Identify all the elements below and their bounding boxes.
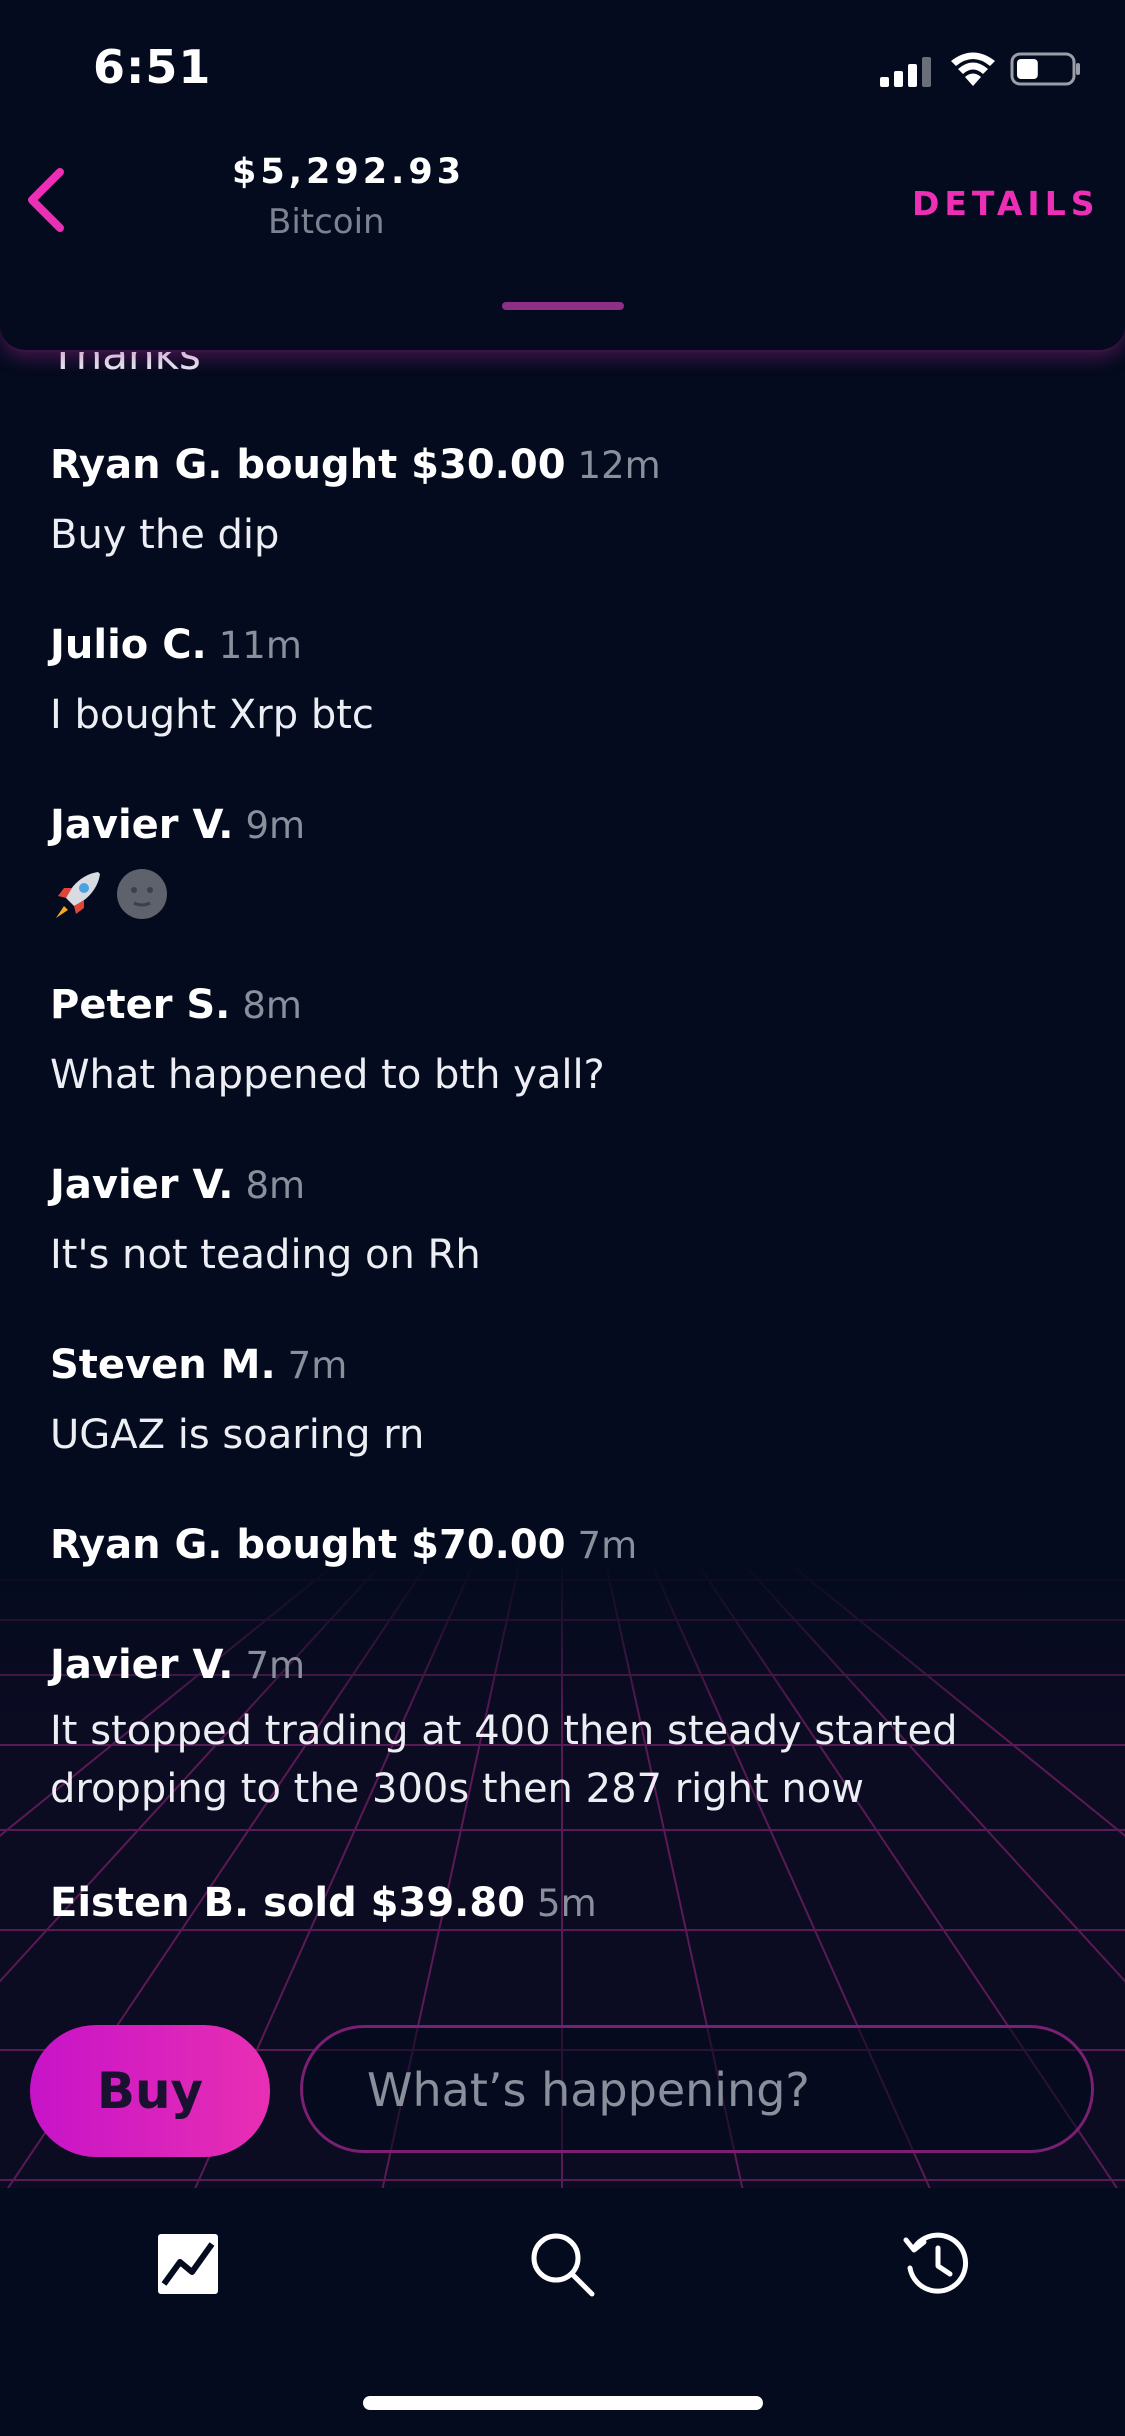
message-text-line: It stopped trading at 400 then steady st… [50, 1708, 958, 1754]
list-item: Peter S. 8m What happened to bth yall? [50, 982, 605, 1104]
message-time: 9m [245, 804, 306, 847]
asset-name: Bitcoin [268, 202, 385, 242]
message-time: 5m [537, 1882, 597, 1925]
message-text: It's not teading on Rh [50, 1232, 481, 1278]
cellular-signal-icon [880, 57, 931, 87]
message-text: What happened to bth yall? [50, 1052, 605, 1098]
home-indicator[interactable] [363, 2396, 763, 2410]
message-author: Javier V. [50, 1162, 234, 1208]
wifi-icon [951, 52, 995, 86]
message-time: 7m [577, 1524, 638, 1567]
status-time: 6:51 [93, 40, 212, 94]
rocket-icon [56, 872, 100, 918]
message-author: Ryan G. bought $30.00 [50, 442, 566, 488]
drag-handle[interactable] [502, 302, 624, 310]
back-chevron-icon[interactable] [24, 168, 68, 232]
list-item: Julio C. 11m I bought Xrp btc [50, 622, 374, 744]
asset-price: $5,292.93 [232, 152, 466, 192]
buy-button[interactable]: Buy [30, 2025, 270, 2157]
message-author: Peter S. [50, 982, 231, 1028]
list-item: Eisten B. sold $39.80 5m [50, 1880, 597, 1926]
message-text: UGAZ is soaring rn [50, 1412, 425, 1458]
message-text-line: dropping to the 300s then 287 right now [50, 1766, 864, 1812]
battery-icon [1010, 52, 1080, 86]
message-time: 11m [218, 624, 302, 667]
message-emoji [50, 866, 170, 922]
message-author: Ryan G. bought $70.00 [50, 1522, 566, 1568]
search-icon[interactable] [526, 2228, 598, 2300]
list-item: Steven M. 7m UGAZ is soaring rn [50, 1342, 424, 1464]
message-text: I bought Xrp btc [50, 692, 374, 738]
message-author: Javier V. [50, 802, 234, 848]
new-moon-icon [117, 869, 167, 919]
message-text: It stopped trading at 400 then steady st… [50, 1702, 958, 1818]
list-item: Javier V. 8m It's not teading on Rh [50, 1162, 481, 1284]
chart-icon[interactable] [152, 2228, 224, 2300]
details-button[interactable]: DETAILS [912, 184, 1100, 223]
message-time: 12m [577, 444, 661, 487]
message-input[interactable] [365, 2028, 1059, 2152]
message-author: Steven M. [50, 1342, 276, 1388]
message-composer[interactable] [300, 2025, 1094, 2153]
list-item: Javier V. 9m [50, 802, 305, 926]
message-author: Javier V. [50, 1642, 234, 1688]
message-time: 7m [245, 1644, 306, 1687]
message-time: 8m [245, 1164, 306, 1207]
message-time: 7m [287, 1344, 348, 1387]
top-header: 6:51 $5,292.93 Bitcoin DETAILS [0, 0, 1125, 352]
list-item: Ryan G. bought $70.00 7m [50, 1522, 637, 1568]
list-item: Javier V. 7m It stopped trading at 400 th… [50, 1642, 958, 1818]
message-text: Buy the dip [50, 512, 280, 558]
chat-feed[interactable]: Thanks Ryan G. bought $30.00 12m Buy the … [0, 330, 1125, 2030]
list-item: Ryan G. bought $30.00 12m Buy the dip [50, 442, 661, 564]
message-author: Eisten B. sold $39.80 [50, 1880, 526, 1926]
message-time: 8m [242, 984, 302, 1027]
history-icon[interactable] [900, 2228, 972, 2300]
status-bar: 6:51 [0, 0, 1125, 140]
message-author: Julio C. [50, 622, 207, 668]
